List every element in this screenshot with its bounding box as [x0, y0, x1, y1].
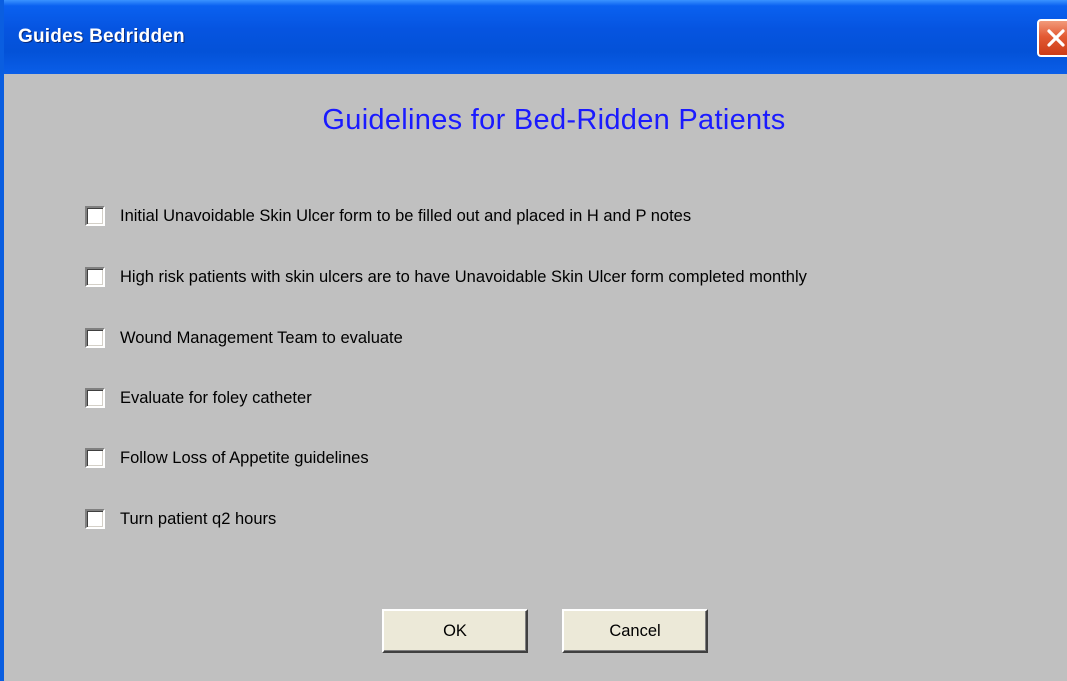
cancel-button[interactable]: Cancel: [562, 609, 708, 653]
option-label: Evaluate for foley catheter: [120, 388, 312, 407]
option-label: Turn patient q2 hours: [120, 509, 277, 528]
option-turn-patient[interactable]: Turn patient q2 hours: [85, 507, 276, 531]
option-label: Wound Management Team to evaluate: [120, 328, 403, 347]
option-foley-catheter[interactable]: Evaluate for foley catheter: [85, 386, 312, 410]
close-button[interactable]: [1037, 19, 1067, 57]
dialog-heading: Guidelines for Bed-Ridden Patients: [322, 104, 786, 136]
checkbox[interactable]: [85, 509, 105, 529]
ok-button[interactable]: OK: [382, 609, 528, 653]
checkbox[interactable]: [85, 267, 105, 287]
checkbox[interactable]: [85, 448, 105, 468]
checkbox[interactable]: [85, 388, 105, 408]
option-loss-of-appetite[interactable]: Follow Loss of Appetite guidelines: [85, 446, 369, 470]
option-wound-management-team[interactable]: Wound Management Team to evaluate: [85, 326, 403, 350]
option-label: Initial Unavoidable Skin Ulcer form to b…: [120, 206, 692, 225]
window-title: Guides Bedridden: [18, 26, 185, 47]
option-label: Follow Loss of Appetite guidelines: [120, 448, 369, 467]
checkbox[interactable]: [85, 328, 105, 348]
close-icon: [1047, 29, 1065, 47]
checkbox[interactable]: [85, 206, 105, 226]
option-high-risk-monthly-form[interactable]: High risk patients with skin ulcers are …: [85, 265, 807, 289]
option-initial-skin-ulcer-form[interactable]: Initial Unavoidable Skin Ulcer form to b…: [85, 204, 691, 228]
dialog-content: Guidelines for Bed-Ridden Patients Initi…: [4, 74, 1067, 681]
dialog-window: Guides Bedridden Guidelines for Bed-Ridd…: [0, 0, 1067, 681]
option-label: High risk patients with skin ulcers are …: [120, 267, 807, 286]
title-bar[interactable]: Guides Bedridden: [4, 0, 1067, 74]
